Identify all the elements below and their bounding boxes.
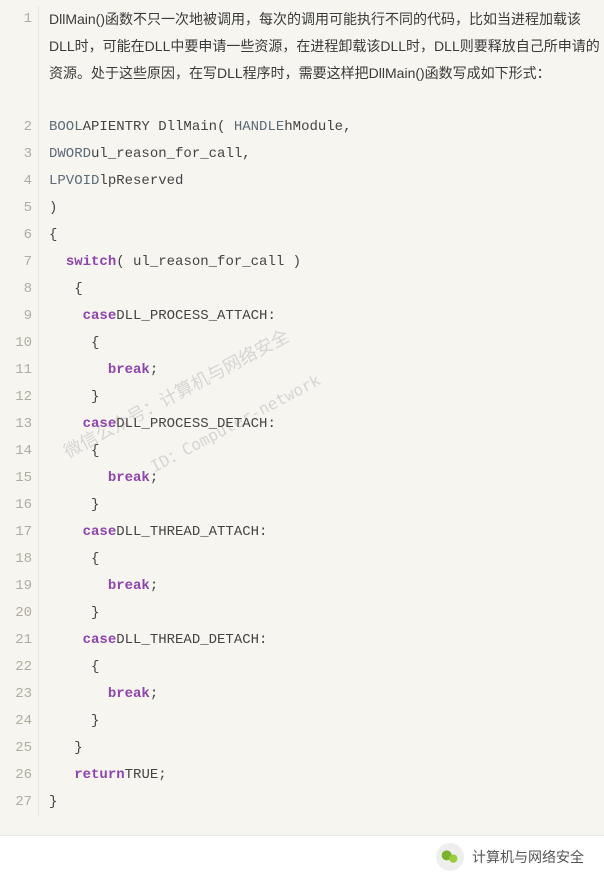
code-line: LPVOIDlpReserved	[49, 168, 604, 195]
line-number: 6	[0, 222, 32, 249]
line-number: 12	[0, 384, 32, 411]
code-line: }	[49, 735, 604, 762]
code-line: }	[49, 384, 604, 411]
code-line: break;	[49, 357, 604, 384]
code-line: caseDLL_PROCESS_DETACH:	[49, 411, 604, 438]
footer: 计算机与网络安全	[0, 836, 604, 878]
line-number: 3	[0, 141, 32, 168]
code-line: }	[49, 708, 604, 735]
line-number: 17	[0, 519, 32, 546]
line-number: 8	[0, 276, 32, 303]
code-line: {	[49, 438, 604, 465]
line-number: 16	[0, 492, 32, 519]
wechat-icon	[436, 843, 464, 871]
footer-label: 计算机与网络安全	[472, 847, 584, 867]
code-line: BOOLAPIENTRY DllMain( HANDLEhModule,	[49, 114, 604, 141]
code-body: DllMain()函数不只一次地被调用，每次的调用可能执行不同的代码，比如当进程…	[39, 6, 604, 816]
code-line: break;	[49, 681, 604, 708]
line-number: 11	[0, 357, 32, 384]
code-line: returnTRUE;	[49, 762, 604, 789]
line-number: 25	[0, 735, 32, 762]
line-number: 9	[0, 303, 32, 330]
code-line: switch( ul_reason_for_call )	[49, 249, 604, 276]
code-line: DWORDul_reason_for_call,	[49, 141, 604, 168]
line-number: 23	[0, 681, 32, 708]
code-line: }	[49, 600, 604, 627]
line-number: 18	[0, 546, 32, 573]
code-line: {	[49, 546, 604, 573]
code-line: caseDLL_PROCESS_ATTACH:	[49, 303, 604, 330]
line-number: 4	[0, 168, 32, 195]
line-number: 14	[0, 438, 32, 465]
code-line: )	[49, 195, 604, 222]
code-line: caseDLL_THREAD_ATTACH:	[49, 519, 604, 546]
line-number: 20	[0, 600, 32, 627]
line-number: 22	[0, 654, 32, 681]
line-number: 13	[0, 411, 32, 438]
line-number: 24	[0, 708, 32, 735]
line-number: 1	[0, 6, 32, 114]
line-number: 19	[0, 573, 32, 600]
code-line: break;	[49, 573, 604, 600]
code-line: caseDLL_THREAD_DETACH:	[49, 627, 604, 654]
code-line: }	[49, 492, 604, 519]
code-line: {	[49, 330, 604, 357]
line-number: 21	[0, 627, 32, 654]
line-number: 26	[0, 762, 32, 789]
line-number: 15	[0, 465, 32, 492]
line-number: 10	[0, 330, 32, 357]
line-number: 5	[0, 195, 32, 222]
code-line: {	[49, 276, 604, 303]
line-number: 2	[0, 114, 32, 141]
code-block: 1234567891011121314151617181920212223242…	[0, 0, 604, 816]
code-line: break;	[49, 465, 604, 492]
line-number: 27	[0, 789, 32, 816]
code-line: {	[49, 654, 604, 681]
code-line: DllMain()函数不只一次地被调用，每次的调用可能执行不同的代码，比如当进程…	[49, 6, 604, 114]
code-line: }	[49, 789, 604, 816]
line-number-gutter: 1234567891011121314151617181920212223242…	[0, 6, 39, 816]
code-line: {	[49, 222, 604, 249]
line-number: 7	[0, 249, 32, 276]
